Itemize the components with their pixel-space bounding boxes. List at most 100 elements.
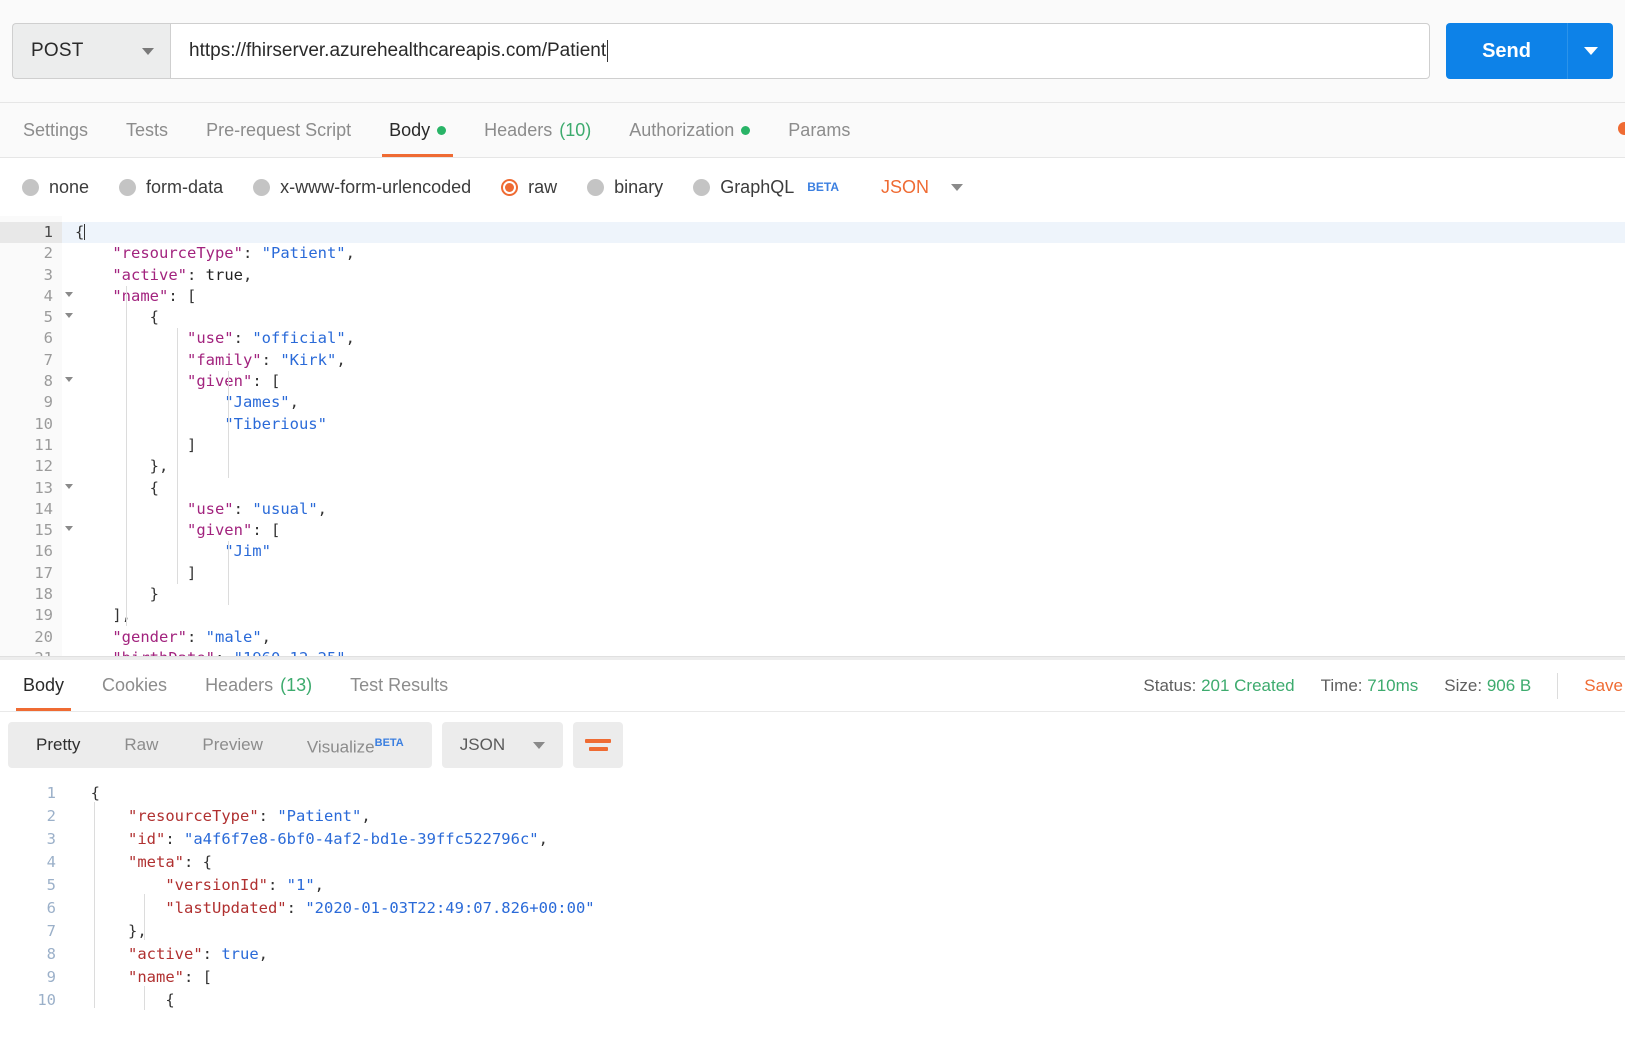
code-line: }, [149,457,169,476]
http-method-label: POST [31,40,84,61]
body-type-binary[interactable]: binary [587,177,663,198]
line-number: 13 [0,478,73,499]
line-number: 8 [46,945,56,963]
body-type-x-www-form-urlencoded[interactable]: x-www-form-urlencoded [253,177,471,198]
chevron-down-icon [1583,47,1598,55]
status-label: Status: 201 Created [1143,675,1295,695]
request-tab-bar: Settings Tests Pre-request Script Body Heade… [0,103,1625,158]
cookies-indicator-icon[interactable] [1618,122,1625,135]
response-tab-cookies[interactable]: Cookies [83,660,186,711]
line-number: 20 [34,627,53,646]
response-body-editor[interactable]: 1 2 3 4 5 6 7 8 9 10 { "resourceType": "Patient",… [0,778,1625,1044]
line-number: 9 [46,968,56,986]
radio-icon [22,178,39,196]
line-number: 6 [43,329,53,348]
body-format-label: JSON [881,176,930,197]
modified-dot-icon [741,125,751,135]
line-number: 10 [34,414,53,433]
response-format-select[interactable]: JSON [441,722,564,768]
body-format-select[interactable]: JSON [881,176,964,198]
response-code-area: { "resourceType": "Patient", "id": "a4f6… [72,778,1625,1044]
tab-params[interactable]: Params [769,103,869,157]
view-visualize[interactable]: VisualizeBETA [285,720,426,771]
code-line: "Jim" [224,542,271,561]
line-number: 1 [0,222,73,244]
body-type-none[interactable]: none [22,177,89,198]
line-number: 3 [46,830,56,848]
tab-label: Body [23,675,65,695]
line-number: 14 [34,499,53,518]
save-response-link[interactable]: Save [1584,676,1625,696]
view-preview[interactable]: Preview [180,722,284,768]
line-number: 12 [34,457,53,476]
url-input[interactable]: https://fhirserver.azurehealthcareapis.c… [170,23,1431,79]
tab-tests[interactable]: Tests [107,103,187,157]
size-label: Size: 906 B [1444,675,1532,695]
text-cursor [607,40,609,62]
line-number: 10 [37,991,56,1009]
code-line: "given": [ [186,372,281,391]
body-type-raw[interactable]: raw [501,177,557,198]
body-type-label: form-data [146,176,224,197]
url-bar: POST https://fhirserver.azurehealthcarea… [0,0,1625,103]
tab-settings[interactable]: Settings [4,103,107,157]
view-label: Pretty [36,735,81,754]
tab-label: Authorization [629,119,735,140]
view-pretty[interactable]: Pretty [14,722,102,768]
code-line: "Tiberious" [224,414,327,433]
radio-icon [587,178,605,196]
tab-authorization[interactable]: Authorization [610,103,769,157]
time-value: 710ms [1367,675,1419,695]
tab-label: Pre-request Script [206,119,352,140]
response-tab-bar: Body Cookies Headers (13) Test Results Statu… [0,660,1625,712]
code-line: "active": true, [128,945,268,963]
view-label: Raw [124,735,159,754]
body-type-form-data[interactable]: form-data [119,177,223,198]
response-tab-test-results[interactable]: Test Results [331,660,467,711]
code-line: "versionId": "1", [165,876,324,894]
response-view-buttons: Pretty Raw Preview VisualizeBETA [8,722,432,768]
line-number: 19 [34,606,53,625]
tab-label: Headers [205,675,274,695]
postman-window: POST https://fhirserver.azurehealthcarea… [0,0,1625,1044]
chevron-down-icon [951,183,964,191]
tab-label: Body [389,119,431,140]
tab-pre-request-script[interactable]: Pre-request Script [187,103,370,157]
request-code-area[interactable]: { "resourceType": "Patient", "active": t… [62,216,1625,656]
response-tab-headers[interactable]: Headers (13) [186,660,331,711]
body-type-label: none [49,176,90,197]
wrap-lines-icon[interactable] [573,722,624,768]
send-button-group: Send [1446,23,1613,79]
radio-icon [693,178,711,196]
beta-badge: BETA [807,180,840,194]
code-line: "given": [ [186,521,281,540]
response-tab-body[interactable]: Body [4,660,83,711]
size-value: 906 B [1486,675,1532,695]
code-line: "use": "official", [186,329,355,348]
beta-badge: BETA [374,736,404,749]
response-format-label: JSON [459,735,506,754]
send-options-button[interactable] [1567,23,1613,79]
response-pane: Body Cookies Headers (13) Test Results Statu… [0,660,1625,1044]
line-number: 21 [0,648,62,656]
http-method-select[interactable]: POST [12,23,170,79]
line-number: 3 [43,265,53,284]
view-raw[interactable]: Raw [102,722,180,768]
body-type-label: GraphQL [720,176,795,197]
code-line: "active": true, [112,265,253,284]
radio-icon [253,178,271,196]
code-line: ] [186,563,197,582]
line-number: 18 [34,585,53,604]
send-button[interactable]: Send [1446,23,1567,79]
request-line-numbers: 123456789101112131415161718192021 [0,216,73,656]
view-label: Visualize [306,737,375,757]
radio-icon [119,178,137,196]
line-number: 4 [46,853,56,871]
code-line: "gender": "male", [112,627,271,646]
code-line: ], [112,606,131,625]
body-type-graphql[interactable]: GraphQL BETA [693,177,839,198]
request-body-editor[interactable]: 123456789101112131415161718192021 { "res… [0,216,1625,656]
tab-body[interactable]: Body [370,103,465,157]
code-line: { [149,478,159,497]
tab-headers[interactable]: Headers (10) [465,103,610,157]
